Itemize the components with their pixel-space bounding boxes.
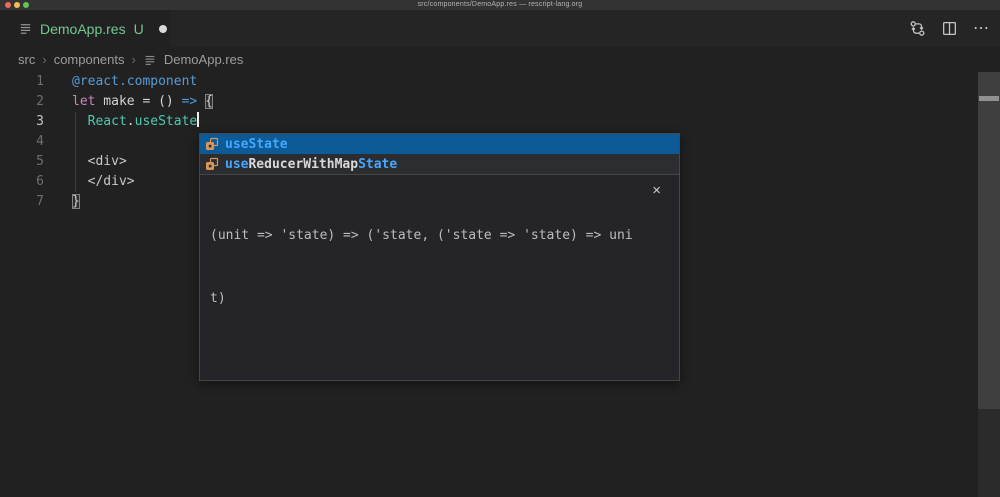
suggest-doc-line: (unit => 'state) => ('state, ('state => … bbox=[210, 225, 669, 246]
breadcrumb: src › components › DemoApp.res bbox=[0, 47, 1000, 72]
breadcrumb-item-components[interactable]: components bbox=[54, 52, 125, 67]
file-icon bbox=[18, 21, 33, 36]
code-text bbox=[44, 132, 72, 152]
line-number: 5 bbox=[0, 152, 44, 172]
compare-changes-icon[interactable] bbox=[908, 20, 926, 38]
symbol-value-icon bbox=[204, 156, 220, 172]
editor-pane[interactable]: 1@react.component2let make = () => {3 Re… bbox=[0, 72, 1000, 497]
editor-actions: ⋯ bbox=[908, 10, 990, 47]
code-text: <div> bbox=[44, 152, 127, 172]
line-number: 6 bbox=[0, 172, 44, 192]
code-text: } bbox=[44, 192, 80, 212]
line-number: 4 bbox=[0, 132, 44, 152]
indent-guide bbox=[75, 112, 76, 192]
file-icon bbox=[143, 53, 157, 67]
code-text: React.useState bbox=[44, 112, 199, 132]
split-editor-icon[interactable] bbox=[940, 20, 958, 38]
breadcrumb-item-src[interactable]: src bbox=[18, 52, 35, 67]
scrollbar-slider[interactable] bbox=[978, 72, 1000, 409]
suggest-item-label: useState bbox=[225, 137, 288, 152]
suggest-item-useState[interactable]: useState bbox=[200, 134, 679, 154]
line-number: 2 bbox=[0, 92, 44, 112]
tab-bar: DemoApp.res U ⋯ bbox=[0, 10, 1000, 47]
titlebar: src/components/DemoApp.res — rescript-la… bbox=[0, 0, 1000, 10]
code-line[interactable]: 2let make = () => { bbox=[0, 92, 1000, 112]
window-title: src/components/DemoApp.res — rescript-la… bbox=[0, 0, 1000, 10]
code-text: </div> bbox=[44, 172, 135, 192]
suggest-widget: useState useReducerWithMapState (unit => … bbox=[199, 133, 680, 381]
suggest-item-label: useReducerWithMapState bbox=[225, 157, 397, 172]
suggest-item-useReducerWithMapState[interactable]: useReducerWithMapState bbox=[200, 154, 679, 174]
modified-dot[interactable] bbox=[159, 25, 167, 33]
chevron-right-icon: › bbox=[42, 52, 46, 67]
tab-demoapp[interactable]: DemoApp.res U bbox=[0, 10, 170, 47]
code-line[interactable]: 1@react.component bbox=[0, 72, 1000, 92]
chevron-right-icon: › bbox=[132, 52, 136, 67]
code-text: let make = () => { bbox=[44, 92, 213, 112]
more-actions-icon[interactable]: ⋯ bbox=[972, 20, 990, 38]
text-cursor bbox=[197, 112, 199, 127]
suggest-doc-line: t) bbox=[210, 288, 669, 309]
close-icon[interactable]: × bbox=[652, 180, 661, 201]
line-number: 3 bbox=[0, 112, 44, 132]
breadcrumb-item-file[interactable]: DemoApp.res bbox=[164, 52, 243, 67]
suggest-docs: (unit => 'state) => ('state, ('state => … bbox=[200, 174, 679, 380]
scrollbar[interactable] bbox=[978, 72, 1000, 497]
code-line[interactable]: 3 React.useState bbox=[0, 112, 1000, 132]
code-text: @react.component bbox=[44, 72, 197, 92]
line-number: 7 bbox=[0, 192, 44, 212]
suggest-list: useState useReducerWithMapState bbox=[200, 134, 679, 174]
git-status-badge: U bbox=[134, 21, 144, 37]
symbol-value-icon bbox=[204, 136, 220, 152]
vscode-window: src/components/DemoApp.res — rescript-la… bbox=[0, 0, 1000, 497]
line-number: 1 bbox=[0, 72, 44, 92]
overview-ruler-mark bbox=[979, 96, 999, 101]
tab-label: DemoApp.res bbox=[40, 21, 126, 37]
